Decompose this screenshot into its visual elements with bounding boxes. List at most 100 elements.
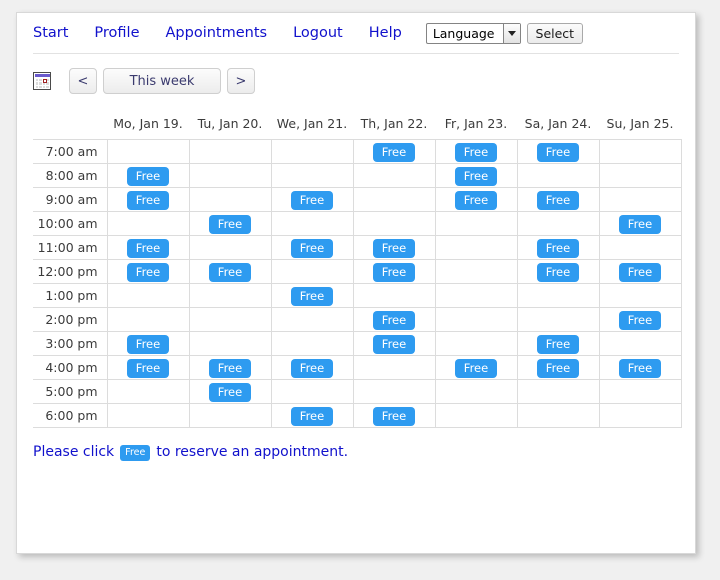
slot-cell <box>106 283 190 308</box>
nav-link-logout[interactable]: Logout <box>293 26 343 41</box>
slot-cell[interactable]: Free <box>106 331 190 356</box>
free-slot-button[interactable]: Free <box>618 359 662 378</box>
slot-cell <box>270 259 354 284</box>
free-slot-button[interactable]: Free <box>126 191 170 210</box>
free-slot-button[interactable]: Free <box>536 239 580 258</box>
slot-cell[interactable]: Free <box>352 403 436 428</box>
free-slot-button[interactable]: Free <box>454 191 498 210</box>
slot-cell[interactable]: Free <box>188 259 272 284</box>
app-card: Start Profile Appointments Logout Help L… <box>16 12 696 554</box>
nav-link-appointments[interactable]: Appointments <box>166 26 268 41</box>
free-slot-button[interactable]: Free <box>290 239 334 258</box>
nav-link-start[interactable]: Start <box>33 26 68 41</box>
slot-cell[interactable]: Free <box>598 307 682 332</box>
slot-cell[interactable]: Free <box>106 355 190 380</box>
slot-cell[interactable]: Free <box>516 355 600 380</box>
slot-cell[interactable]: Free <box>270 403 354 428</box>
schedule-row: 1:00 pm Free <box>33 283 682 308</box>
slot-cell[interactable]: Free <box>106 259 190 284</box>
slot-cell <box>598 163 682 188</box>
slot-cell[interactable]: Free <box>516 235 600 260</box>
slot-cell <box>270 379 354 404</box>
free-slot-button[interactable]: Free <box>126 167 170 186</box>
free-slot-button[interactable]: Free <box>454 143 498 162</box>
schedule-container: Mo, Jan 19. Tu, Jan 20. We, Jan 21. Th, Jan… <box>17 104 695 428</box>
free-slot-button[interactable]: Free <box>290 407 334 426</box>
slot-cell[interactable]: Free <box>188 379 272 404</box>
slot-cell[interactable]: Free <box>188 211 272 236</box>
free-slot-button[interactable]: Free <box>290 191 334 210</box>
free-slot-button[interactable]: Free <box>536 359 580 378</box>
free-slot-button[interactable]: Free <box>290 359 334 378</box>
slot-cell <box>188 163 272 188</box>
free-slot-button[interactable]: Free <box>454 359 498 378</box>
day-header-3: Th, Jan 22. <box>360 116 428 131</box>
slot-cell[interactable]: Free <box>352 139 436 164</box>
free-slot-button[interactable]: Free <box>536 263 580 282</box>
calendar-icon[interactable] <box>33 72 51 90</box>
slot-cell[interactable]: Free <box>106 163 190 188</box>
slot-cell[interactable]: Free <box>516 259 600 284</box>
language-select[interactable]: Language <box>425 22 521 44</box>
slot-cell <box>352 379 436 404</box>
slot-cell <box>598 139 682 164</box>
slot-cell[interactable]: Free <box>270 187 354 212</box>
free-slot-button[interactable]: Free <box>126 359 170 378</box>
free-slot-button[interactable]: Free <box>208 215 252 234</box>
time-label: 3:00 pm <box>33 331 107 356</box>
slot-cell <box>352 283 436 308</box>
free-slot-button[interactable]: Free <box>536 143 580 162</box>
free-slot-button[interactable]: Free <box>290 287 334 306</box>
slot-cell[interactable]: Free <box>270 283 354 308</box>
free-slot-button[interactable]: Free <box>536 335 580 354</box>
schedule-row: 11:00 am Free Free Free Free <box>33 235 682 260</box>
slot-cell[interactable]: Free <box>270 235 354 260</box>
day-header-0: Mo, Jan 19. <box>113 116 183 131</box>
free-slot-button[interactable]: Free <box>126 239 170 258</box>
chevron-down-icon[interactable] <box>502 23 520 43</box>
slot-cell[interactable]: Free <box>516 331 600 356</box>
slot-cell[interactable]: Free <box>106 187 190 212</box>
slot-cell[interactable]: Free <box>516 187 600 212</box>
slot-cell[interactable]: Free <box>352 331 436 356</box>
slot-cell[interactable]: Free <box>598 355 682 380</box>
free-slot-button[interactable]: Free <box>126 335 170 354</box>
free-slot-button[interactable]: Free <box>372 143 416 162</box>
slot-cell[interactable]: Free <box>270 355 354 380</box>
slot-cell[interactable]: Free <box>434 187 518 212</box>
nav-link-help[interactable]: Help <box>369 26 402 41</box>
day-header-6: Su, Jan 25. <box>606 116 674 131</box>
slot-cell[interactable]: Free <box>188 355 272 380</box>
select-button[interactable]: Select <box>526 22 584 44</box>
free-slot-button[interactable]: Free <box>618 215 662 234</box>
slot-cell[interactable]: Free <box>434 163 518 188</box>
free-slot-button[interactable]: Free <box>208 263 252 282</box>
free-slot-button[interactable]: Free <box>208 383 252 402</box>
slot-cell[interactable]: Free <box>352 235 436 260</box>
free-slot-button[interactable]: Free <box>618 311 662 330</box>
free-slot-button[interactable]: Free <box>126 263 170 282</box>
this-week-button[interactable]: This week <box>103 68 221 94</box>
slot-cell <box>352 355 436 380</box>
slot-cell[interactable]: Free <box>434 355 518 380</box>
free-slot-button[interactable]: Free <box>618 263 662 282</box>
slot-cell[interactable]: Free <box>598 259 682 284</box>
slot-cell[interactable]: Free <box>352 259 436 284</box>
free-slot-button[interactable]: Free <box>372 407 416 426</box>
next-week-button[interactable]: > <box>227 68 255 94</box>
free-slot-button[interactable]: Free <box>372 335 416 354</box>
slot-cell[interactable]: Free <box>106 235 190 260</box>
schedule-head: Mo, Jan 19. Tu, Jan 20. We, Jan 21. Th, Jan… <box>33 112 681 140</box>
nav-link-profile[interactable]: Profile <box>94 26 139 41</box>
free-slot-button[interactable]: Free <box>372 311 416 330</box>
free-slot-button[interactable]: Free <box>454 167 498 186</box>
slot-cell[interactable]: Free <box>598 211 682 236</box>
free-slot-button[interactable]: Free <box>208 359 252 378</box>
slot-cell[interactable]: Free <box>434 139 518 164</box>
slot-cell[interactable]: Free <box>516 139 600 164</box>
prev-week-button[interactable]: < <box>69 68 97 94</box>
free-slot-button[interactable]: Free <box>372 263 416 282</box>
free-slot-button[interactable]: Free <box>536 191 580 210</box>
free-slot-button[interactable]: Free <box>372 239 416 258</box>
slot-cell[interactable]: Free <box>352 307 436 332</box>
